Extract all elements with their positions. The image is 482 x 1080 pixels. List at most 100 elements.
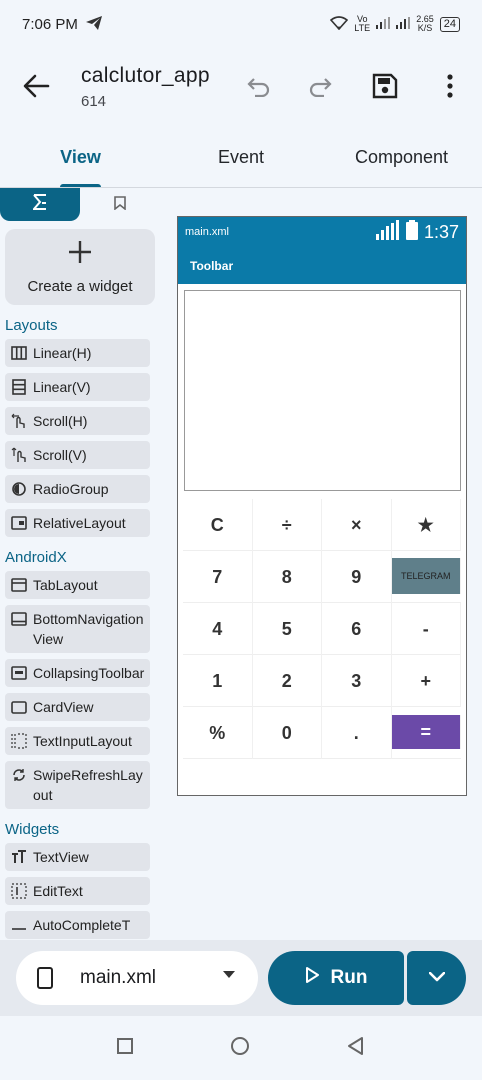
preview-toolbar: Toolbar xyxy=(178,247,466,284)
palette-tab-bookmarks[interactable] xyxy=(80,188,160,221)
key-dot[interactable]: . xyxy=(322,707,392,759)
preview-status-bar: main.xml 1:37 xyxy=(178,217,466,247)
signal-icon-2 xyxy=(396,16,411,32)
palette-item-label: TextInputLayout xyxy=(33,733,132,749)
more-options-icon[interactable] xyxy=(434,70,466,102)
project-id: 614 xyxy=(81,93,107,110)
preview-file-name: main.xml xyxy=(185,226,230,238)
palette-item-cardview[interactable]: CardView xyxy=(5,693,150,721)
section-androidx: AndroidX xyxy=(5,549,67,566)
run-label: Run xyxy=(330,967,368,988)
palette-item-label: BottomNavigationView xyxy=(33,611,144,647)
widget-palette: Create a widget Layouts Linear(H) Linear… xyxy=(0,188,160,940)
palette-item-textview[interactable]: TextView xyxy=(5,843,150,871)
text-icon xyxy=(10,848,28,866)
undo-icon[interactable] xyxy=(242,70,274,102)
swipe-vertical-icon xyxy=(10,446,28,464)
palette-item-label: CollapsingToolbar xyxy=(33,665,145,681)
palette-item-label: RelativeLayout xyxy=(33,515,126,531)
key-7[interactable]: 7 xyxy=(183,551,253,603)
palette-tab-widgets[interactable] xyxy=(0,188,80,221)
signal-icon-1 xyxy=(376,16,391,32)
create-widget-button[interactable]: Create a widget xyxy=(5,229,155,305)
tab-icon xyxy=(10,576,28,594)
section-widgets: Widgets xyxy=(5,821,60,838)
palette-item-collapsingtoolbar[interactable]: CollapsingToolbar xyxy=(5,659,150,687)
recents-icon[interactable] xyxy=(116,1037,134,1060)
key-percent[interactable]: % xyxy=(183,707,253,759)
palette-item-scroll-h[interactable]: Scroll(H) xyxy=(5,407,150,435)
palette-item-label: CardView xyxy=(33,699,94,715)
palette-item-autocompletetextview[interactable]: AutoCompleteT xyxy=(5,911,150,939)
palette-item-label: TabLayout xyxy=(33,577,98,593)
project-title: calclutor_app xyxy=(81,64,210,87)
palette-item-bottomnavigationview[interactable]: BottomNavigationView xyxy=(5,605,150,653)
save-icon[interactable] xyxy=(369,70,401,102)
back-arrow-icon[interactable] xyxy=(22,72,54,100)
edit-text-icon xyxy=(10,882,28,900)
key-equals[interactable]: = xyxy=(391,715,461,749)
keypad-row: 7 8 9 TELEGRAM xyxy=(183,551,461,603)
app-bar: calclutor_app 614 xyxy=(0,48,482,128)
preview-battery-icon xyxy=(405,219,418,245)
status-bar: 7:06 PM Vo LTE 2.65 K/S 24 xyxy=(0,0,482,48)
palette-item-linear-h[interactable]: Linear(H) xyxy=(5,339,150,367)
tab-event[interactable]: Event xyxy=(161,128,321,187)
run-options-button[interactable] xyxy=(407,951,466,1005)
back-icon[interactable] xyxy=(346,1036,366,1061)
key-9[interactable]: 9 xyxy=(322,551,392,603)
key-minus[interactable]: - xyxy=(392,603,461,655)
battery-indicator: 24 xyxy=(439,16,460,32)
key-0[interactable]: 0 xyxy=(253,707,322,759)
keypad-row: C ÷ × ★ xyxy=(183,499,461,551)
palette-item-scroll-v[interactable]: Scroll(V) xyxy=(5,441,150,469)
keypad-row: 4 5 6 - xyxy=(183,603,461,655)
key-divide[interactable]: ÷ xyxy=(253,499,322,551)
swipe-horizontal-icon xyxy=(10,412,28,430)
net-speed-unit: K/S xyxy=(417,23,433,33)
tab-view[interactable]: View xyxy=(0,128,161,187)
key-multiply[interactable]: × xyxy=(322,499,392,551)
key-8[interactable]: 8 xyxy=(253,551,322,603)
plus-icon xyxy=(68,240,92,270)
key-6[interactable]: 6 xyxy=(322,603,392,655)
palette-item-linear-v[interactable]: Linear(V) xyxy=(5,373,150,401)
keypad-row: % 0 . = xyxy=(183,707,461,759)
palette-item-relativelayout[interactable]: RelativeLayout xyxy=(5,509,150,537)
palette-item-textinputlayout[interactable]: TextInputLayout xyxy=(5,727,150,755)
key-1[interactable]: 1 xyxy=(183,655,253,707)
key-star[interactable]: ★ xyxy=(392,499,461,551)
calculator-display[interactable] xyxy=(184,290,461,491)
preview-signal-icon xyxy=(375,219,400,245)
card-icon xyxy=(10,698,28,716)
palette-item-tablayout[interactable]: TabLayout xyxy=(5,571,150,599)
status-time: 7:06 PM xyxy=(22,15,78,33)
net-speed: 2.65 K/S xyxy=(416,15,434,33)
key-3[interactable]: 3 xyxy=(322,655,392,707)
collapsing-toolbar-icon xyxy=(10,664,28,682)
text-input-icon xyxy=(10,732,28,750)
radio-icon xyxy=(10,480,28,498)
palette-item-label: RadioGroup xyxy=(33,481,109,497)
palette-item-label: SwipeRefreshLayout xyxy=(33,767,143,803)
tab-component[interactable]: Component xyxy=(321,128,482,187)
file-selector[interactable]: main.xml xyxy=(16,951,258,1005)
key-telegram[interactable]: TELEGRAM xyxy=(391,558,461,594)
palette-item-label: Scroll(V) xyxy=(33,447,87,463)
autocomplete-icon xyxy=(10,916,28,934)
palette-item-radiogroup[interactable]: RadioGroup xyxy=(5,475,150,503)
section-layouts: Layouts xyxy=(5,317,58,334)
layout-preview[interactable]: main.xml 1:37 Toolbar C ÷ × ★ 7 8 9 TELE… xyxy=(177,216,467,796)
home-icon[interactable] xyxy=(229,1035,251,1062)
palette-item-edittext[interactable]: EditText xyxy=(5,877,150,905)
key-4[interactable]: 4 xyxy=(183,603,253,655)
palette-item-label: Linear(V) xyxy=(33,379,91,395)
play-icon xyxy=(305,967,319,989)
run-button[interactable]: Run xyxy=(268,951,404,1005)
palette-item-swiperefreshlayout[interactable]: SwipeRefreshLayout xyxy=(5,761,150,809)
key-5[interactable]: 5 xyxy=(253,603,322,655)
key-plus[interactable]: + xyxy=(392,655,461,707)
key-clear[interactable]: C xyxy=(183,499,253,551)
key-2[interactable]: 2 xyxy=(253,655,322,707)
redo-icon[interactable] xyxy=(305,70,337,102)
